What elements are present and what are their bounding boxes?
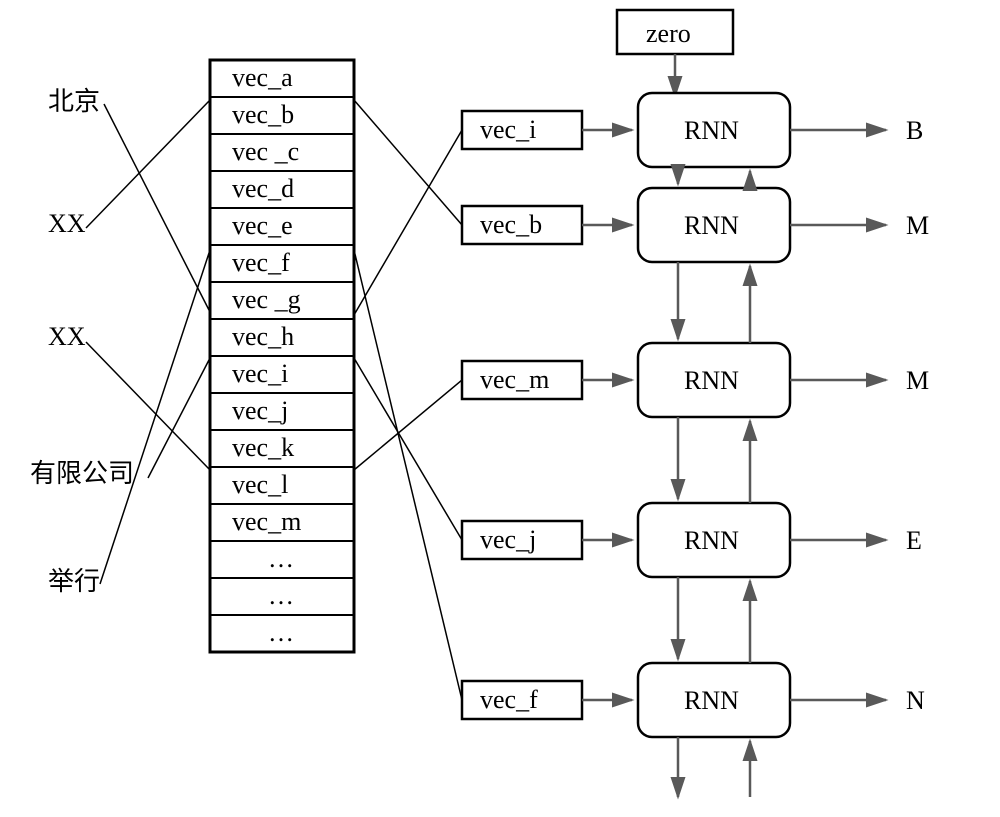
rnn-cell-label: RNN	[684, 366, 739, 395]
embedding-row-label: vec_k	[232, 433, 294, 462]
rnn-cell-label: RNN	[684, 211, 739, 240]
embedding-row-label: vec_f	[232, 248, 290, 277]
input-word-0: 北京	[48, 87, 100, 116]
lookup-vector-label: vec_b	[480, 210, 542, 239]
embedding-row-label: vec_a	[232, 63, 293, 92]
input-words-column: 北京 XX XX 有限公司 举行	[30, 87, 134, 596]
lookup-vector-label: vec_f	[480, 685, 538, 714]
embedding-row-label: vec_h	[232, 322, 294, 351]
output-tag: M	[906, 366, 929, 395]
embedding-row-label: vec_i	[232, 359, 288, 388]
lookup-vector-label: vec_i	[480, 115, 536, 144]
embedding-row-label: …	[268, 618, 294, 647]
input-to-table-lines	[86, 100, 210, 584]
embedding-row-label: vec _c	[232, 137, 299, 166]
lookup-vector-label: vec_j	[480, 525, 536, 554]
rnn-cell-label: RNN	[684, 116, 739, 145]
embedding-row-label: …	[268, 544, 294, 573]
output-tag: N	[906, 686, 925, 715]
rnn-cell-label: RNN	[684, 686, 739, 715]
initial-state-label: zero	[646, 19, 691, 48]
rnn-diagram: 北京 XX XX 有限公司 举行 vec_avec_bvec _cvec_dve…	[0, 0, 1000, 817]
embedding-row-label: vec_b	[232, 100, 294, 129]
rnn-cell-label: RNN	[684, 526, 739, 555]
initial-state-box: zero	[617, 10, 733, 54]
lookup-to-rnn-arrows	[582, 130, 632, 700]
rnn-cells: RNN RNN RNN RNN RNN	[638, 93, 790, 737]
output-tag: B	[906, 116, 923, 145]
output-tags: B M M E N	[906, 116, 929, 715]
embedding-row-label: vec_l	[232, 470, 288, 499]
lookup-vectors: vec_i vec_b vec_m vec_j vec_f	[462, 111, 582, 719]
lookup-vector-label: vec_m	[480, 365, 549, 394]
input-word-1: XX	[48, 209, 86, 238]
embedding-table: vec_a vec_bvec _c vec_d vec_e vec_fvec _gvec…	[210, 60, 354, 652]
rnn-to-output-arrows	[790, 130, 886, 700]
embedding-row-label: …	[268, 581, 294, 610]
input-word-4: 举行	[48, 567, 100, 596]
output-tag: M	[906, 211, 929, 240]
table-to-lookup-lines	[354, 100, 462, 700]
embedding-row-label: vec _g	[232, 285, 301, 314]
input-word-2: XX	[48, 322, 86, 351]
embedding-row-label: vec_d	[232, 174, 294, 203]
output-tag: E	[906, 526, 922, 555]
embedding-row-label: vec_j	[232, 396, 288, 425]
embedding-row-label: vec_m	[232, 507, 301, 536]
input-word-3: 有限公司	[30, 459, 134, 488]
embedding-row-label: vec_e	[232, 211, 293, 240]
